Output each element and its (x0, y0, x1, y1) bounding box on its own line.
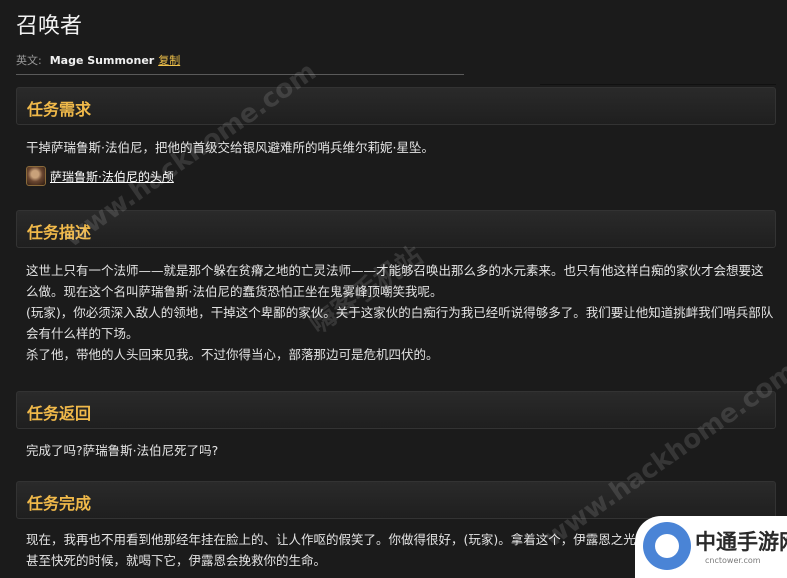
english-label: 英文: (16, 54, 42, 67)
section-description-header: 任务描述 (16, 210, 776, 248)
section-return-header: 任务返回 (16, 391, 776, 429)
description-line: 会有什么样的下场。 (26, 326, 139, 341)
badge-name: 中通手游网 (695, 530, 787, 554)
requirement-text: 干掉萨瑞鲁斯·法伯尼，把他的首级交给银风避难所的哨兵维尔莉妮·星坠。 (26, 140, 434, 155)
english-name-row: 英文: Mage Summoner 复制 (16, 52, 180, 68)
section-requirement-title: 任务需求 (27, 100, 92, 119)
skull-icon (26, 166, 46, 186)
page-title: 召唤者 (16, 14, 83, 39)
section-requirement-header: 任务需求 (16, 87, 776, 125)
description-line: (玩家)，你必须深入敌人的领地，干掉这个卑鄙的家伙。关于这家伙的白痴行为我已经听… (26, 305, 774, 320)
section-return-title: 任务返回 (27, 404, 92, 423)
title-divider (16, 74, 464, 75)
badge-url: cnctower.com (705, 556, 761, 565)
english-name: Mage Summoner (49, 54, 155, 67)
section-complete-header: 任务完成 (16, 481, 776, 519)
description-line: 杀了他，带他的人头回来见我。不过你得当心，部落那边可是危机四伏的。 (26, 347, 439, 362)
copy-link[interactable]: 复制 (158, 54, 180, 67)
section-complete-title: 任务完成 (27, 494, 92, 513)
divider-right (540, 84, 776, 85)
site-badge: 中通手游网 cnctower.com (635, 516, 787, 578)
badge-logo-icon (643, 522, 691, 570)
